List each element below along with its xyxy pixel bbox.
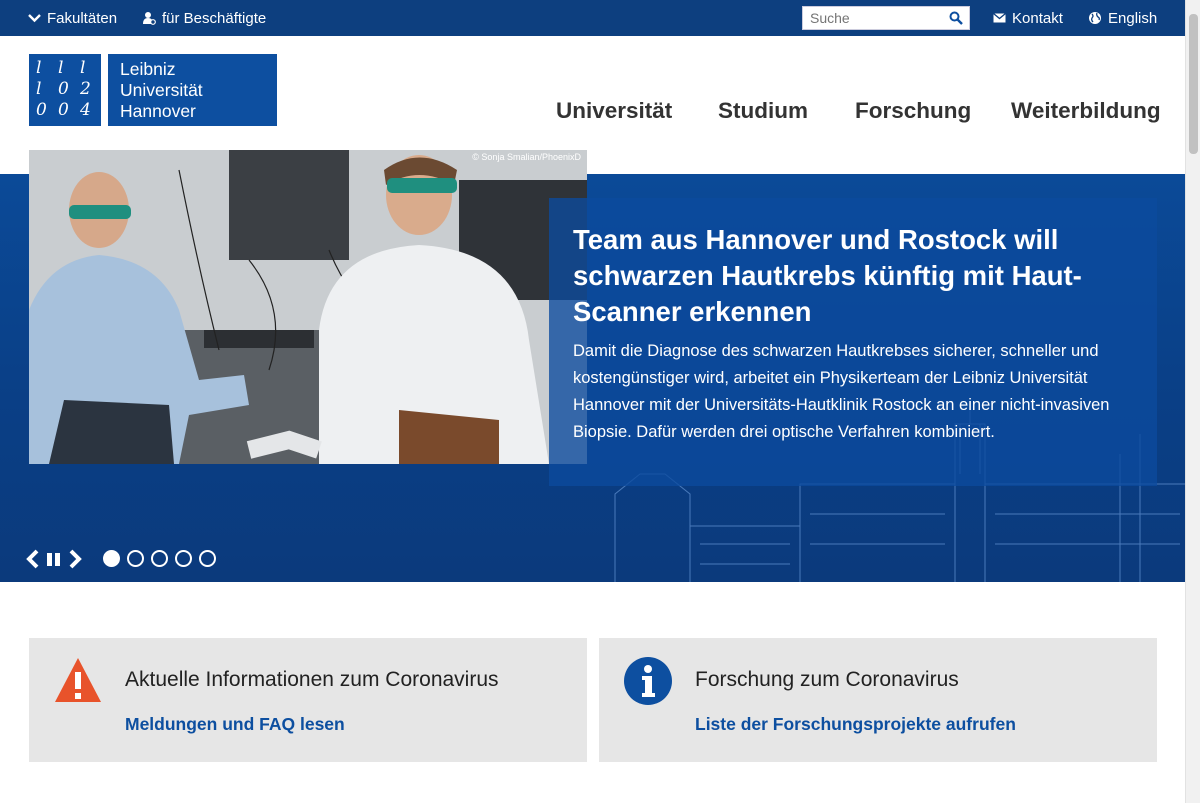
nav-forschung[interactable]: Forschung	[855, 96, 971, 126]
university-logo[interactable]: l l l 0 2 l 0 0 4 Leibniz Universität Ha…	[29, 54, 277, 126]
chevron-down-icon	[28, 14, 41, 23]
hero-headline[interactable]: Team aus Hannover und Rostock will schwa…	[573, 222, 1133, 330]
search-input[interactable]	[803, 7, 943, 29]
logo-divider	[101, 54, 108, 126]
warning-icon	[55, 658, 101, 702]
info-icon	[624, 657, 672, 705]
employees-link[interactable]: für Beschäftigte	[142, 0, 266, 36]
next-icon[interactable]	[68, 548, 84, 570]
nav-studium[interactable]: Studium	[718, 96, 808, 126]
logo-text: Leibniz Universität Hannover	[120, 59, 203, 121]
slide-dot-1[interactable]	[103, 550, 120, 567]
hero-teaser[interactable]: Team aus Hannover und Rostock will schwa…	[549, 198, 1157, 486]
pause-icon[interactable]	[44, 548, 64, 570]
logo-mark: l l l 0 2 l 0 0 4	[36, 58, 91, 120]
language-label: English	[1108, 9, 1158, 27]
faculties-label: Fakultäten	[47, 9, 118, 27]
employees-label: für Beschäftigte	[162, 9, 267, 27]
previous-icon[interactable]	[24, 548, 40, 570]
card-title: Forschung zum Coronavirus	[695, 668, 959, 691]
card-link[interactable]: Meldungen und FAQ lesen	[125, 714, 345, 735]
contact-label: Kontakt	[1012, 9, 1063, 27]
photo-credit: © Sonja Smalian/PhoenixD	[472, 152, 581, 162]
language-switch[interactable]: English	[1088, 0, 1157, 36]
globe-icon	[1089, 12, 1101, 24]
card-title: Aktuelle Informationen zum Coronavirus	[125, 668, 499, 691]
hero-text: Damit die Diagnose des schwarzen Hautkre…	[573, 342, 1110, 441]
contact-link[interactable]: Kontakt	[993, 0, 1063, 36]
slide-dot-2[interactable]	[127, 550, 144, 567]
search-icon[interactable]	[949, 11, 963, 25]
nav-universitaet[interactable]: Universität	[556, 96, 672, 126]
hero-photo[interactable]: © Sonja Smalian/PhoenixD	[29, 150, 587, 464]
page-scrollbar[interactable]	[1185, 0, 1200, 803]
faculties-menu[interactable]: Fakultäten	[28, 0, 117, 36]
card-link[interactable]: Liste der Forschungsprojekte aufrufen	[695, 714, 1016, 735]
slide-dot-3[interactable]	[151, 550, 168, 567]
person-icon	[143, 12, 156, 25]
mail-icon	[993, 13, 1006, 23]
search-box	[802, 6, 970, 30]
nav-weiterbildung[interactable]: Weiterbildung	[1011, 96, 1161, 126]
slide-dot-4[interactable]	[175, 550, 192, 567]
slide-dot-5[interactable]	[199, 550, 216, 567]
lab-photo-illustration	[29, 150, 587, 464]
scrollbar-thumb[interactable]	[1189, 14, 1198, 154]
slider-controls	[24, 546, 84, 572]
corona-info-card: Aktuelle Informationen zum Coronavirus M…	[29, 638, 587, 762]
top-bar: Fakultäten für Beschäftigte Kontakt Engl…	[0, 0, 1185, 36]
corona-research-card: Forschung zum Coronavirus Liste der Fors…	[599, 638, 1157, 762]
